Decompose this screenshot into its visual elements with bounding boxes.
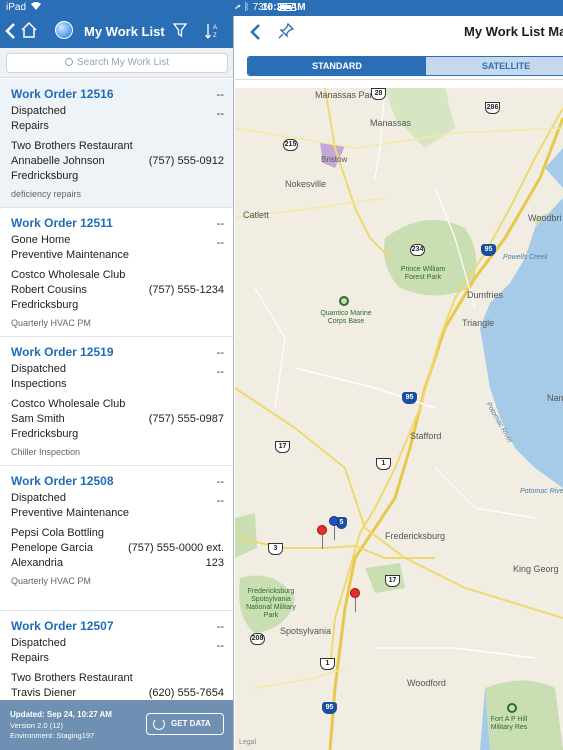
work-order-site: Pepsi Cola Bottling xyxy=(11,527,104,539)
work-order-type: Repairs xyxy=(11,652,49,664)
work-order-phone[interactable]: (757) 555-1234 xyxy=(149,284,224,296)
work-order-city: Fredricksburg xyxy=(11,428,79,440)
work-order-site: Two Brothers Restaurant xyxy=(11,672,133,684)
work-order-city: Alexandria xyxy=(11,557,63,569)
work-order-phone[interactable]: (757) 555-0912 xyxy=(149,155,224,167)
environment-label: Environment: Staging197 xyxy=(10,731,95,740)
battery-percent: 73% xyxy=(252,2,273,13)
carrier-label: iPad xyxy=(6,2,27,13)
bluetooth-icon: ᛒ xyxy=(243,2,250,13)
location-arrow-icon: ➚ xyxy=(235,2,241,13)
search-bar: Search My Work List xyxy=(0,48,233,78)
status-right: ➚ ᛒ 73% xyxy=(235,2,563,750)
status-bar: iPad 10:29 AM ➚ ᛒ 73% xyxy=(0,0,563,16)
search-placeholder: Search My Work List xyxy=(76,57,170,68)
work-order-dash: -- xyxy=(216,476,224,488)
sync-icon xyxy=(153,718,165,730)
work-order-dash: -- xyxy=(216,89,224,101)
work-list-nav-bar: My Work List AZ xyxy=(0,16,233,48)
work-order-phone[interactable]: (620) 555-7654 xyxy=(149,687,224,699)
work-order-list: Work Order 12516 -- Dispatched -- Repair… xyxy=(0,79,233,700)
globe-icon[interactable] xyxy=(55,21,73,39)
get-data-label: GET DATA xyxy=(171,719,211,728)
work-order-item[interactable]: Work Order 12511 -- Gone Home -- Prevent… xyxy=(0,208,233,337)
work-order-status: Dispatched xyxy=(11,637,67,649)
wifi-icon xyxy=(30,1,42,14)
work-order-dash: -- xyxy=(216,640,224,652)
work-order-type: Repairs xyxy=(11,120,49,132)
work-order-dash: -- xyxy=(216,347,224,359)
work-order-site: Two Brothers Restaurant xyxy=(11,140,133,152)
work-order-city: Fredricksburg xyxy=(11,299,79,311)
app-version: Version 2.0 (12) xyxy=(10,721,63,730)
work-order-dash: -- xyxy=(216,218,224,230)
work-order-phone[interactable]: (757) 555-0000 ext. xyxy=(128,542,224,554)
filter-icon[interactable] xyxy=(172,22,188,40)
work-order-title: Work Order 12516 xyxy=(11,87,114,101)
work-order-title: Work Order 12519 xyxy=(11,345,114,359)
work-list-panel: My Work List AZ Search My Work List Work… xyxy=(0,0,234,750)
work-order-note: Chiller Inspection xyxy=(11,447,81,457)
sync-footer: Updated: Sep 24, 10:27 AM Version 2.0 (1… xyxy=(0,700,233,750)
work-order-title: Work Order 12508 xyxy=(11,474,114,488)
work-order-site: Costco Wholesale Club xyxy=(11,269,126,281)
work-order-phone-ext: 123 xyxy=(205,557,224,569)
battery-icon xyxy=(278,3,297,12)
search-input[interactable]: Search My Work List xyxy=(6,53,228,73)
last-updated: Updated: Sep 24, 10:27 AM xyxy=(10,710,112,719)
work-order-dash: -- xyxy=(216,366,224,378)
work-order-status: Dispatched xyxy=(11,105,67,117)
work-order-note: deficiency repairs xyxy=(11,189,82,199)
work-order-type: Preventive Maintenance xyxy=(11,249,130,261)
work-order-phone[interactable]: (757) 555-0987 xyxy=(149,413,224,425)
work-order-note: Quarterly HVAC PM xyxy=(11,318,91,328)
svg-text:A: A xyxy=(213,25,217,31)
work-order-status: Dispatched xyxy=(11,492,67,504)
work-order-item[interactable]: Work Order 12516 -- Dispatched -- Repair… xyxy=(0,79,233,208)
work-order-note: Quarterly HVAC PM xyxy=(11,576,91,586)
work-order-title: Work Order 12507 xyxy=(11,619,114,633)
work-order-item[interactable]: Work Order 12507 -- Dispatched -- Repair… xyxy=(0,611,233,700)
work-order-item[interactable]: Work Order 12508 -- Dispatched -- Preven… xyxy=(0,466,233,611)
work-order-status: Gone Home xyxy=(11,234,71,246)
svg-text:Z: Z xyxy=(213,33,217,39)
sort-icon[interactable]: AZ xyxy=(204,22,220,40)
home-icon[interactable] xyxy=(20,21,40,41)
work-order-dash: -- xyxy=(216,621,224,633)
work-order-status: Dispatched xyxy=(11,363,67,375)
work-order-city: Fredricksburg xyxy=(11,170,79,182)
back-chevron-icon[interactable] xyxy=(4,21,20,41)
work-order-type: Inspections xyxy=(11,378,67,390)
work-order-type: Preventive Maintenance xyxy=(11,507,130,519)
search-icon xyxy=(64,58,73,66)
work-order-item[interactable]: Work Order 12519 -- Dispatched -- Inspec… xyxy=(0,337,233,466)
work-order-dash: -- xyxy=(216,495,224,507)
work-order-site: Costco Wholesale Club xyxy=(11,398,126,410)
work-order-dash: -- xyxy=(216,237,224,249)
page-title: My Work List xyxy=(84,24,165,39)
work-order-dash: -- xyxy=(216,108,224,120)
get-data-button[interactable]: GET DATA xyxy=(146,713,224,735)
work-order-title: Work Order 12511 xyxy=(11,216,113,230)
